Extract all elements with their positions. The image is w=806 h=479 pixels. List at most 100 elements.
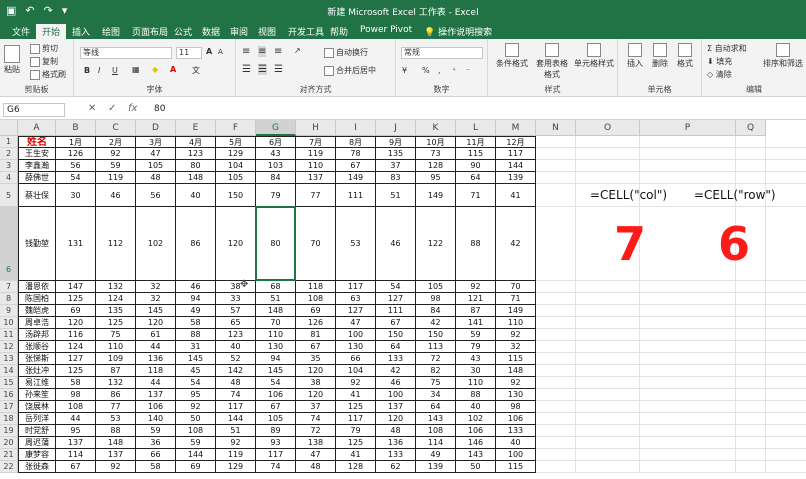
value-cell[interactable]: 146 bbox=[456, 437, 496, 449]
column-header-p[interactable]: P bbox=[640, 120, 736, 136]
name-cell[interactable]: 陈国柏 bbox=[18, 293, 56, 305]
value-cell[interactable]: 86 bbox=[176, 207, 216, 281]
value-cell[interactable]: 123 bbox=[176, 148, 216, 160]
value-cell[interactable]: 150 bbox=[376, 329, 416, 341]
sort-filter-button[interactable]: 排序和筛选 bbox=[762, 43, 804, 69]
grow-font-button[interactable]: A bbox=[206, 47, 212, 56]
name-cell[interactable]: 汤辟邦 bbox=[18, 329, 56, 341]
value-cell[interactable]: 37 bbox=[296, 401, 336, 413]
row-header-2[interactable]: 2 bbox=[0, 148, 18, 160]
value-cell[interactable]: 93 bbox=[256, 437, 296, 449]
row-header-13[interactable]: 13 bbox=[0, 353, 18, 365]
column-header-d[interactable]: D bbox=[136, 120, 176, 136]
header-cell[interactable]: 1月 bbox=[56, 136, 96, 148]
value-cell[interactable]: 105 bbox=[216, 172, 256, 184]
value-cell[interactable]: 125 bbox=[56, 293, 96, 305]
value-cell[interactable]: 41 bbox=[336, 449, 376, 461]
value-cell[interactable]: 48 bbox=[376, 425, 416, 437]
clear-button[interactable]: ◇ 清除 bbox=[707, 69, 732, 80]
value-cell[interactable]: 72 bbox=[416, 353, 456, 365]
value-cell[interactable]: 133 bbox=[496, 425, 536, 437]
value-cell[interactable]: 40 bbox=[176, 184, 216, 207]
value-cell[interactable]: 79 bbox=[456, 341, 496, 353]
value-cell[interactable]: 49 bbox=[176, 305, 216, 317]
value-cell[interactable]: 135 bbox=[96, 305, 136, 317]
name-cell[interactable]: 张灶冲 bbox=[18, 365, 56, 377]
tab-page-layout[interactable]: 页面布局 bbox=[126, 24, 174, 39]
value-cell[interactable]: 78 bbox=[336, 148, 376, 160]
value-cell[interactable]: 67 bbox=[296, 341, 336, 353]
decrease-decimal-icon[interactable]: ⁻ bbox=[466, 66, 470, 75]
column-header-i[interactable]: I bbox=[336, 120, 376, 136]
name-cell[interactable]: 饶展林 bbox=[18, 401, 56, 413]
value-cell[interactable]: 54 bbox=[256, 377, 296, 389]
header-cell[interactable]: 5月 bbox=[216, 136, 256, 148]
value-cell[interactable]: 113 bbox=[416, 341, 456, 353]
value-cell[interactable]: 105 bbox=[256, 413, 296, 425]
value-cell[interactable]: 63 bbox=[336, 293, 376, 305]
value-cell[interactable]: 104 bbox=[216, 160, 256, 172]
value-cell[interactable]: 32 bbox=[496, 341, 536, 353]
value-cell[interactable]: 72 bbox=[296, 425, 336, 437]
value-cell[interactable]: 40 bbox=[456, 401, 496, 413]
value-cell[interactable]: 58 bbox=[136, 461, 176, 473]
value-cell[interactable]: 49 bbox=[416, 449, 456, 461]
value-cell[interactable]: 42 bbox=[376, 365, 416, 377]
name-cell[interactable]: 张徙森 bbox=[18, 461, 56, 473]
tab-review[interactable]: 审阅 bbox=[224, 24, 254, 39]
value-cell[interactable]: 66 bbox=[336, 353, 376, 365]
column-header-k[interactable]: K bbox=[416, 120, 456, 136]
value-cell[interactable]: 125 bbox=[336, 401, 376, 413]
value-cell[interactable]: 41 bbox=[336, 389, 376, 401]
value-cell[interactable]: 141 bbox=[456, 317, 496, 329]
value-cell[interactable]: 144 bbox=[496, 160, 536, 172]
header-cell[interactable]: 8月 bbox=[336, 136, 376, 148]
value-cell[interactable]: 137 bbox=[296, 172, 336, 184]
conditional-format-button[interactable]: 条件格式 bbox=[494, 43, 530, 69]
value-cell[interactable]: 117 bbox=[256, 449, 296, 461]
value-cell[interactable]: 70 bbox=[256, 317, 296, 329]
tab-developer[interactable]: 开发工具 bbox=[282, 24, 330, 39]
value-cell[interactable]: 64 bbox=[416, 401, 456, 413]
value-cell[interactable]: 110 bbox=[296, 160, 336, 172]
value-cell[interactable]: 30 bbox=[456, 365, 496, 377]
value-cell[interactable]: 150 bbox=[216, 184, 256, 207]
value-cell[interactable]: 110 bbox=[496, 317, 536, 329]
value-cell[interactable]: 139 bbox=[496, 172, 536, 184]
increase-decimal-icon[interactable]: ⁺ bbox=[452, 66, 456, 75]
value-cell[interactable]: 117 bbox=[216, 401, 256, 413]
value-cell[interactable]: 132 bbox=[96, 281, 136, 293]
name-cell[interactable]: 钱勤堃 bbox=[18, 207, 56, 281]
value-cell[interactable]: 119 bbox=[296, 148, 336, 160]
header-cell[interactable]: 4月 bbox=[176, 136, 216, 148]
value-cell[interactable]: 147 bbox=[56, 281, 96, 293]
value-cell[interactable]: 98 bbox=[496, 401, 536, 413]
cell-o6-result[interactable]: 7 bbox=[614, 217, 646, 271]
select-all-corner[interactable] bbox=[0, 120, 18, 136]
phonetic-icon[interactable]: 文 bbox=[192, 65, 200, 76]
value-cell[interactable]: 94 bbox=[256, 353, 296, 365]
header-cell[interactable]: 3月 bbox=[136, 136, 176, 148]
value-cell[interactable]: 125 bbox=[56, 365, 96, 377]
bold-button[interactable]: B bbox=[84, 66, 90, 75]
row-header-15[interactable]: 15 bbox=[0, 377, 18, 389]
value-cell[interactable]: 133 bbox=[376, 353, 416, 365]
value-cell[interactable]: 115 bbox=[496, 461, 536, 473]
value-cell[interactable]: 128 bbox=[336, 461, 376, 473]
value-cell[interactable]: 118 bbox=[136, 365, 176, 377]
value-cell[interactable]: 105 bbox=[416, 281, 456, 293]
value-cell[interactable]: 102 bbox=[136, 207, 176, 281]
value-cell[interactable]: 127 bbox=[376, 293, 416, 305]
value-cell[interactable]: 81 bbox=[296, 329, 336, 341]
fill-button[interactable]: ⬇ 填充 bbox=[707, 56, 732, 67]
value-cell[interactable]: 124 bbox=[96, 293, 136, 305]
value-cell[interactable]: 87 bbox=[96, 365, 136, 377]
column-header-l[interactable]: L bbox=[456, 120, 496, 136]
value-cell[interactable]: 56 bbox=[136, 184, 176, 207]
name-cell[interactable]: 张悌斯 bbox=[18, 353, 56, 365]
value-cell[interactable]: 59 bbox=[96, 160, 136, 172]
value-cell[interactable]: 137 bbox=[376, 401, 416, 413]
value-cell[interactable]: 144 bbox=[176, 449, 216, 461]
name-box[interactable]: G6 bbox=[3, 103, 65, 117]
currency-icon[interactable]: ¥ bbox=[402, 66, 407, 75]
